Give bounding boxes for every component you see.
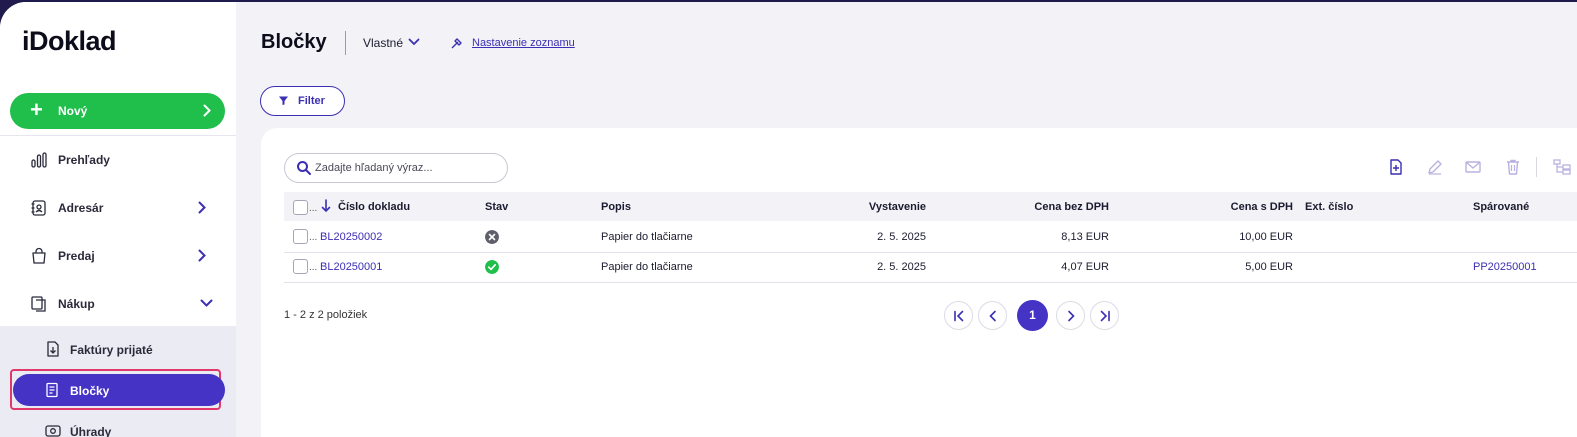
column-header-paired[interactable]: Spárované [1473,201,1529,213]
toolbar-divider [1536,157,1537,177]
sidebar-subitem-received-invoices[interactable]: Faktúry prijaté [0,331,236,367]
plus-icon: + [30,97,43,122]
pagination-summary: 1 - 2 z 2 položiek [284,309,368,321]
column-header-description[interactable]: Popis [601,201,631,213]
filter-button-label: Filter [298,95,325,107]
page-title: Bločky [261,31,327,53]
sidebar-subitem-payments[interactable]: Úhrady [0,413,236,437]
chevron-left-icon [989,310,996,322]
table-header [284,192,1577,221]
sidebar: iDoklad + Nový Prehľady Adresár Predaj N… [0,2,236,437]
sidebar-item-label: Predaj [58,249,95,263]
table-cell-paired[interactable]: PP20250001 [1473,261,1537,273]
sidebar-item-purchase[interactable]: Nákup [0,283,236,323]
sidebar-subitem-label: Bločky [70,384,110,398]
view-select[interactable]: Vlastné [363,36,403,50]
payment-icon [45,425,61,437]
chevron-right-icon [203,104,211,117]
column-header-price-gross[interactable]: Cena s DPH [1190,201,1293,213]
chevron-right-icon [198,249,206,262]
sidebar-item-label: Prehľady [58,153,110,167]
row-divider [284,252,1577,253]
search-icon [297,161,311,175]
next-page-button[interactable] [1056,301,1085,330]
row-checkbox[interactable] [293,229,308,244]
previous-page-button[interactable] [978,301,1007,330]
table-cell-description: Papier do tlačiarne [601,261,693,273]
shopping-bag-icon [32,247,46,264]
chart-icon [31,152,47,168]
address-book-icon [31,200,46,216]
table-cell-price-gross: 10,00 EUR [1239,231,1293,243]
page-button-current[interactable]: 1 [1017,300,1048,331]
new-button[interactable]: + Nový [10,93,225,129]
sidebar-subitem-receipts[interactable]: Bločky [13,374,225,406]
new-document-icon[interactable] [1389,159,1403,175]
header-dots: ... [309,203,318,214]
new-button-label: Nový [58,104,88,118]
edit-icon[interactable] [1427,159,1443,175]
wrench-icon[interactable] [450,36,464,50]
receipt-icon [46,382,58,398]
search-box[interactable] [284,153,508,183]
sidebar-subitem-label: Faktúry prijaté [70,343,153,357]
title-divider [345,31,346,55]
trash-icon[interactable] [1506,159,1520,175]
mail-icon[interactable] [1465,160,1481,174]
list-settings-link[interactable]: Nastavenie zoznamu [472,37,575,49]
sort-arrow-down-icon[interactable] [321,199,331,213]
app-logo: iDoklad [22,26,117,56]
status-cancelled-icon [485,230,499,244]
row-dots: ... [309,262,318,273]
table-cell-number[interactable]: BL20250001 [320,261,382,273]
column-header-issued[interactable]: Vystavenie [826,201,926,213]
row-checkbox[interactable] [293,259,308,274]
filter-icon [279,96,288,105]
table-cell-price-net: 4,07 EUR [1061,261,1109,273]
sidebar-item-label: Adresár [58,201,104,215]
sidebar-divider [0,135,236,136]
table-cell-description: Papier do tlačiarne [601,231,693,243]
app-window: iDoklad + Nový Prehľady Adresár Predaj N… [0,2,1577,437]
filter-button[interactable]: Filter [260,86,345,116]
sidebar-item-overview[interactable]: Prehľady [0,139,236,179]
column-header-ext-number[interactable]: Ext. číslo [1305,201,1353,213]
last-page-button[interactable] [1090,301,1119,330]
sidebar-item-contacts[interactable]: Adresár [0,187,236,227]
first-page-icon [954,310,964,322]
chevron-down-icon[interactable] [408,38,420,46]
row-dots: ... [309,232,318,243]
table-cell-price-net: 8,13 EUR [1061,231,1109,243]
select-all-checkbox[interactable] [293,200,308,215]
hierarchy-icon[interactable] [1553,159,1571,175]
chevron-down-icon [200,299,213,307]
documents-icon [31,296,46,312]
table-cell-issued: 2. 5. 2025 [877,261,926,273]
last-page-icon [1100,310,1110,322]
search-input[interactable] [315,160,500,176]
chevron-right-icon [198,201,206,214]
column-header-status[interactable]: Stav [485,201,508,213]
first-page-button[interactable] [944,301,973,330]
chevron-right-icon [1068,310,1075,322]
table-cell-price-gross: 5,00 EUR [1245,261,1293,273]
row-divider [284,282,1577,283]
column-header-price-net[interactable]: Cena bez DPH [1000,201,1109,213]
column-header-number[interactable]: Číslo dokladu [338,201,410,213]
invoice-download-icon [47,341,59,357]
status-ok-icon [485,260,499,274]
sidebar-item-label: Nákup [58,297,95,311]
sidebar-item-sales[interactable]: Predaj [0,235,236,275]
table-cell-number[interactable]: BL20250002 [320,231,382,243]
table-cell-issued: 2. 5. 2025 [877,231,926,243]
sidebar-subitem-label: Úhrady [70,425,112,437]
